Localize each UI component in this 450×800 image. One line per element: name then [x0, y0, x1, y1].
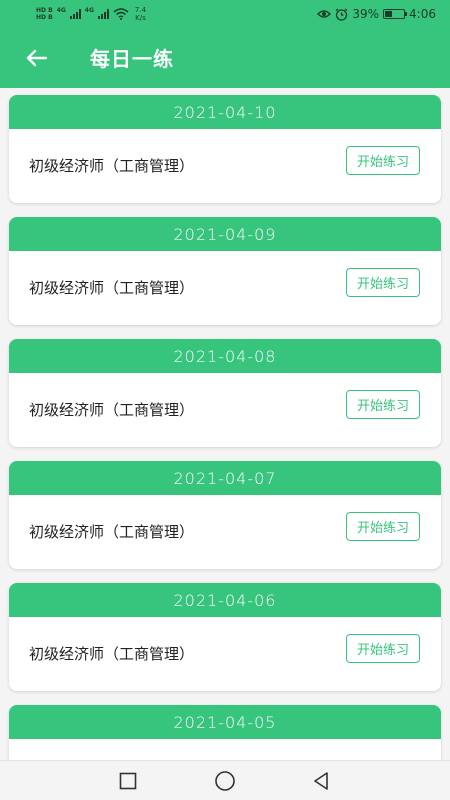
hd2-label: HD — [36, 14, 47, 21]
battery-percent: 39% — [352, 7, 380, 21]
alarm-icon — [336, 8, 348, 21]
practice-card: 2021-04-07 初级经济师（工商管理） 开始练习 — [9, 461, 441, 569]
page-title: 每日一练 — [90, 47, 174, 71]
network-speed: 7.4 K/s — [135, 6, 146, 22]
course-title: 初级经济师（工商管理） — [29, 401, 195, 419]
network2-label: 4G — [84, 6, 94, 14]
practice-card: 2021-04-06 初级经济师（工商管理） 开始练习 — [9, 583, 441, 691]
nav-back-button[interactable] — [308, 769, 334, 793]
start-practice-button[interactable]: 开始练习 — [346, 390, 420, 419]
course-title: 初级经济师（工商管理） — [29, 279, 195, 297]
practice-card-body: 初级经济师（工商管理） 开始练习 — [9, 617, 441, 691]
back-button[interactable] — [18, 40, 54, 76]
eye-icon — [317, 10, 332, 18]
status-time: 4:06 — [409, 7, 436, 21]
practice-date: 2021-04-06 — [9, 583, 441, 617]
practice-card-body: 初级经济师（工商管理） 开始练习 — [9, 373, 441, 447]
circle-icon — [215, 771, 235, 791]
signal2-icon — [97, 9, 109, 19]
course-title: 初级经济师（工商管理） — [29, 523, 195, 541]
practice-date: 2021-04-10 — [9, 95, 441, 129]
wifi-icon — [113, 8, 129, 20]
status-left: HD B HD B 4G 4G 7.4 K/s — [36, 4, 146, 24]
triangle-left-icon — [314, 772, 328, 790]
speed-value: 7.4 — [134, 6, 147, 14]
practice-date: 2021-04-07 — [9, 461, 441, 495]
hd-tags: HD B HD B — [36, 7, 53, 21]
course-title: 初级经济师（工商管理） — [29, 157, 195, 175]
square-icon — [119, 772, 137, 790]
practice-card: 2021-04-10 初级经济师（工商管理） 开始练习 — [9, 95, 441, 203]
hd1-label: HD — [36, 7, 47, 14]
sim2-label: B — [48, 14, 53, 21]
practice-card: 2021-04-09 初级经济师（工商管理） 开始练习 — [9, 217, 441, 325]
practice-card-body: 初级经济师（工商管理） 开始练习 — [9, 129, 441, 203]
practice-date: 2021-04-05 — [9, 705, 441, 739]
practice-card-body — [9, 739, 441, 760]
battery-fill — [385, 11, 393, 17]
network1-label: 4G — [56, 6, 66, 14]
status-bar: HD B HD B 4G 4G 7.4 K/s 39% 4:06 — [0, 0, 450, 28]
recent-apps-button[interactable] — [115, 769, 141, 793]
practice-card: 2021-04-05 — [9, 705, 441, 760]
arrow-left-icon — [26, 49, 47, 67]
status-right: 39% 4:06 — [317, 4, 436, 24]
battery-icon — [383, 9, 408, 19]
practice-list[interactable]: 2021-04-10 初级经济师（工商管理） 开始练习 2021-04-09 初… — [0, 88, 450, 760]
start-practice-button[interactable]: 开始练习 — [346, 268, 420, 297]
course-title: 初级经济师（工商管理） — [29, 645, 195, 663]
app-bar: 每日一练 — [0, 28, 450, 88]
system-nav-bar — [0, 760, 450, 800]
start-practice-button[interactable]: 开始练习 — [346, 146, 420, 175]
start-practice-button[interactable]: 开始练习 — [346, 512, 420, 541]
practice-date: 2021-04-09 — [9, 217, 441, 251]
speed-unit: K/s — [135, 14, 146, 22]
signal1-icon — [69, 9, 81, 19]
start-practice-button[interactable]: 开始练习 — [346, 634, 420, 663]
practice-card: 2021-04-08 初级经济师（工商管理） 开始练习 — [9, 339, 441, 447]
sim1-label: B — [48, 7, 53, 14]
practice-card-body: 初级经济师（工商管理） 开始练习 — [9, 251, 441, 325]
practice-date: 2021-04-08 — [9, 339, 441, 373]
practice-card-body: 初级经济师（工商管理） 开始练习 — [9, 495, 441, 569]
home-button[interactable] — [212, 769, 238, 793]
